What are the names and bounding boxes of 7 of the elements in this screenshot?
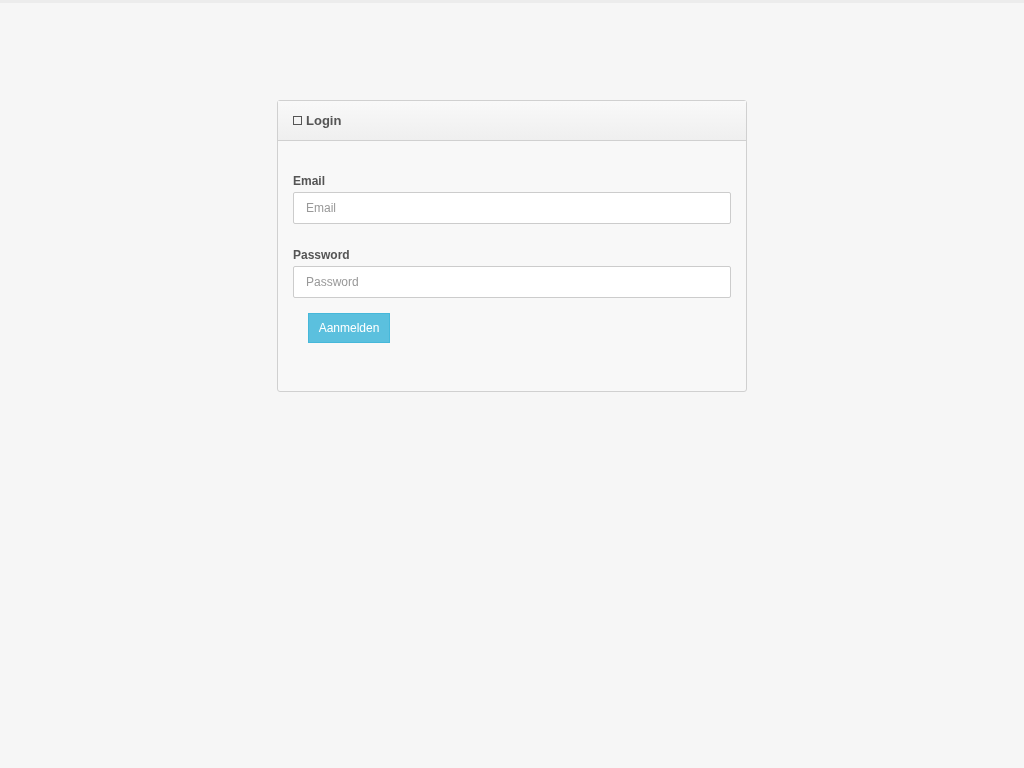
input-field[interactable]: Email — [293, 192, 731, 224]
input-field[interactable]: Password — [293, 266, 731, 298]
panel-title: Login — [306, 113, 342, 128]
login-button[interactable]: Aanmelden — [308, 313, 390, 343]
field-label: Password — [293, 248, 350, 262]
square-icon — [293, 116, 302, 125]
field-label: Email — [293, 174, 325, 188]
